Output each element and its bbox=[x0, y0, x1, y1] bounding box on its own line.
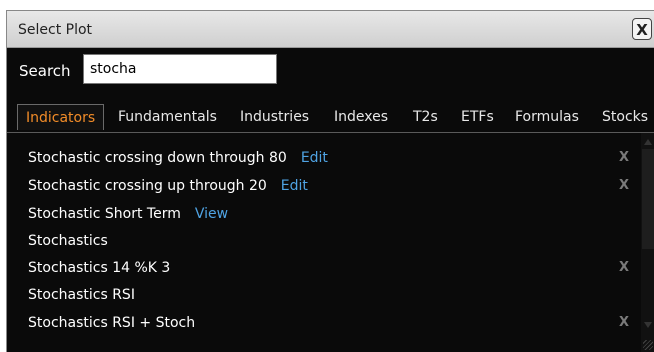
list-item[interactable]: Stochastic crossing down through 80 Edit bbox=[28, 146, 328, 170]
remove-button[interactable]: X bbox=[619, 311, 629, 335]
list-item-label: Stochastics 14 %K 3 bbox=[28, 260, 171, 276]
scroll-up-arrow-icon[interactable] bbox=[644, 139, 652, 145]
close-button[interactable]: X bbox=[632, 18, 652, 40]
search-input[interactable] bbox=[83, 54, 277, 84]
list-item[interactable]: Stochastic crossing up through 20 Edit bbox=[28, 174, 308, 198]
view-link[interactable]: View bbox=[195, 206, 228, 222]
list-item-label: Stochastics RSI bbox=[28, 287, 135, 303]
list-item[interactable]: Stochastics bbox=[28, 229, 108, 253]
dialog-title: Select Plot bbox=[18, 22, 93, 38]
list-item[interactable]: Stochastic Short Term View bbox=[28, 202, 228, 226]
list-item-label: Stochastics RSI + Stoch bbox=[28, 315, 196, 331]
resize-grip-icon[interactable] bbox=[643, 340, 653, 350]
tab-indicators[interactable]: Indicators bbox=[17, 104, 105, 130]
list-item-label: Stochastic crossing down through 80 bbox=[28, 150, 287, 166]
search-row: Search bbox=[7, 48, 654, 104]
list-item-label: Stochastic Short Term bbox=[28, 206, 181, 222]
tab-bar: Indicators Fundamentals Industries Index… bbox=[7, 104, 654, 133]
tab-industries[interactable]: Industries bbox=[240, 104, 309, 130]
list-item[interactable]: Stochastics RSI bbox=[28, 283, 135, 307]
list-item[interactable]: Stochastics RSI + Stoch bbox=[28, 311, 195, 335]
list-item-label: Stochastics bbox=[28, 233, 108, 249]
remove-button[interactable]: X bbox=[619, 174, 629, 198]
scroll-thumb[interactable] bbox=[642, 149, 654, 249]
search-label: Search bbox=[19, 62, 71, 80]
dialog-titlebar[interactable]: Select Plot X bbox=[7, 11, 654, 48]
tab-indexes[interactable]: Indexes bbox=[334, 104, 388, 130]
scroll-down-arrow-icon[interactable] bbox=[644, 322, 652, 328]
remove-button[interactable]: X bbox=[619, 256, 629, 280]
tab-fundamentals[interactable]: Fundamentals bbox=[118, 104, 217, 130]
remove-button[interactable]: X bbox=[619, 146, 629, 170]
tab-formulas[interactable]: Formulas bbox=[515, 104, 579, 130]
tab-stocks[interactable]: Stocks bbox=[602, 104, 648, 130]
results-list: Stochastic crossing down through 80 Edit … bbox=[7, 133, 654, 352]
results-scrollbar[interactable] bbox=[641, 133, 654, 352]
edit-link[interactable]: Edit bbox=[281, 178, 308, 194]
edit-link[interactable]: Edit bbox=[301, 150, 328, 166]
tab-etfs[interactable]: ETFs bbox=[461, 104, 494, 130]
list-item-label: Stochastic crossing up through 20 bbox=[28, 178, 267, 194]
select-plot-dialog: Select Plot X Search Indicators Fundamen… bbox=[6, 10, 654, 352]
list-item[interactable]: Stochastics 14 %K 3 bbox=[28, 256, 170, 280]
tab-t2s[interactable]: T2s bbox=[413, 104, 438, 130]
